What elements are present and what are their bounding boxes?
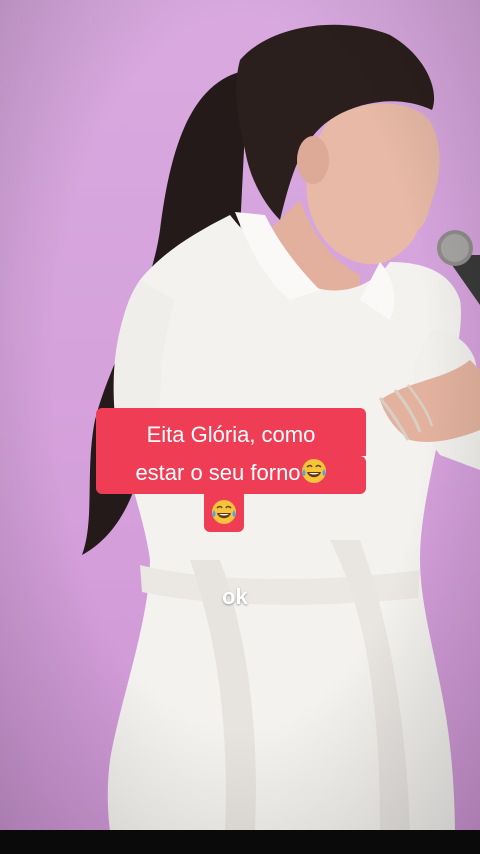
- face-with-tears-of-joy-icon: [212, 500, 236, 524]
- stage-floor: [0, 830, 480, 854]
- overlay-text-ok: ok: [222, 584, 248, 609]
- caption-line-2-text: estar o seu forno: [135, 460, 301, 485]
- face-with-tears-of-joy-icon: [301, 459, 326, 483]
- caption-line-2: estar o seu forno: [96, 456, 366, 494]
- caption-line-1-text: Eita Glória, como: [146, 422, 316, 447]
- video-player[interactable]: Eita Glória, como estar o seu forno ok: [0, 0, 480, 854]
- caption-line-1: Eita Glória, como: [96, 408, 366, 456]
- caption-line-3: [204, 494, 244, 532]
